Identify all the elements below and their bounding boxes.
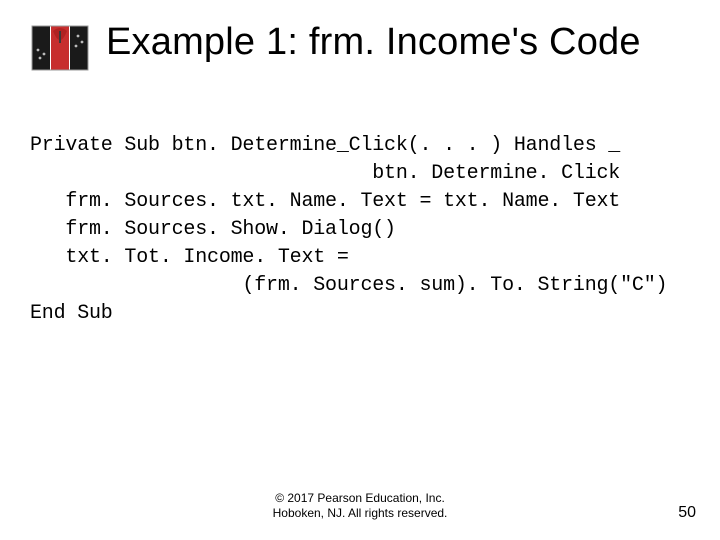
code-line: Private Sub btn. Determine_Click(. . . )… [30,134,620,157]
book-logo-icon [30,24,92,72]
code-line: (frm. Sources. sum). To. String("C") [30,274,667,297]
code-block: Private Sub btn. Determine_Click(. . . )… [30,132,690,328]
slide-footer: © 2017 Pearson Education, Inc. Hoboken, … [0,491,720,522]
code-line: btn. Determine. Click [30,162,620,185]
copyright-text: © 2017 Pearson Education, Inc. Hoboken, … [273,491,448,522]
page-number: 50 [678,504,696,522]
code-line: End Sub [30,302,113,325]
code-line: frm. Sources. txt. Name. Text = txt. Nam… [30,190,620,213]
slide: Example 1: frm. Income's Code Private Su… [0,0,720,540]
slide-title: Example 1: frm. Income's Code [106,20,641,66]
code-line: frm. Sources. Show. Dialog() [30,218,396,241]
copyright-line: Hoboken, NJ. All rights reserved. [273,506,448,522]
slide-header: Example 1: frm. Income's Code [30,20,690,72]
copyright-line: © 2017 Pearson Education, Inc. [273,491,448,507]
code-line: txt. Tot. Income. Text = [30,246,349,269]
